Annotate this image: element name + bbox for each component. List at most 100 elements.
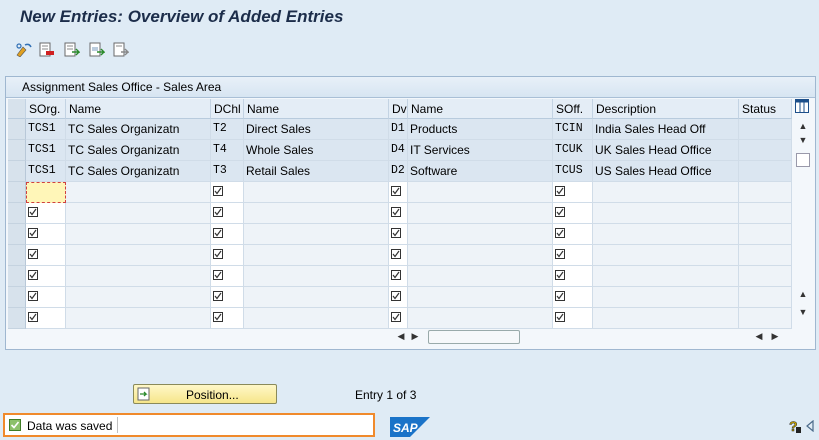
dchl-input[interactable] bbox=[211, 245, 244, 266]
dv-input[interactable] bbox=[389, 308, 408, 329]
dv-input[interactable] bbox=[389, 287, 408, 308]
sorg-input[interactable] bbox=[26, 245, 66, 266]
sorg-input[interactable] bbox=[26, 308, 66, 329]
display-change-icon[interactable] bbox=[15, 41, 33, 59]
required-entry-icon bbox=[213, 312, 223, 322]
row-selector[interactable] bbox=[8, 119, 26, 140]
column-header-dv-name[interactable]: Name bbox=[408, 99, 553, 119]
scroll-far-right-icon[interactable]: ▶ bbox=[768, 331, 782, 342]
deselect-all-icon[interactable] bbox=[112, 41, 130, 59]
svg-text:SAP: SAP bbox=[393, 421, 419, 435]
required-entry-icon bbox=[28, 228, 38, 238]
dv-input[interactable] bbox=[389, 266, 408, 287]
soff-input[interactable] bbox=[553, 203, 593, 224]
soff-input[interactable] bbox=[553, 224, 593, 245]
status-input bbox=[739, 245, 792, 266]
dchl-name-input bbox=[244, 287, 389, 308]
dv-input[interactable] bbox=[389, 245, 408, 266]
column-header-dv[interactable]: Dv bbox=[389, 99, 408, 119]
column-header-description[interactable]: Description bbox=[593, 99, 739, 119]
column-header-status[interactable]: Status bbox=[739, 99, 792, 119]
column-header-dchl-name[interactable]: Name bbox=[244, 99, 389, 119]
row-selector[interactable] bbox=[8, 266, 26, 287]
dv-name-input bbox=[408, 203, 553, 224]
scroll-page-up-icon[interactable]: ▲ bbox=[796, 289, 810, 299]
soff-input[interactable] bbox=[553, 182, 593, 203]
soff-input[interactable] bbox=[553, 287, 593, 308]
dchl-input[interactable] bbox=[211, 182, 244, 203]
scroll-far-left-icon[interactable]: ◀ bbox=[752, 331, 766, 342]
dv-input[interactable] bbox=[389, 224, 408, 245]
sorg-name-cell: TC Sales Organizatn bbox=[66, 161, 211, 182]
row-selector[interactable] bbox=[8, 224, 26, 245]
row-selector[interactable] bbox=[8, 182, 26, 203]
sorg-input[interactable] bbox=[26, 224, 66, 245]
row-selector[interactable] bbox=[8, 308, 26, 329]
sorg-name-cell: TC Sales Organizatn bbox=[66, 119, 211, 140]
select-block-icon[interactable] bbox=[88, 41, 106, 59]
dchl-name-input bbox=[244, 266, 389, 287]
dchl-input[interactable] bbox=[211, 308, 244, 329]
required-entry-icon bbox=[213, 270, 223, 280]
required-entry-icon bbox=[555, 291, 565, 301]
collapse-status-icon[interactable] bbox=[806, 420, 814, 432]
scroll-left-icon[interactable]: ◀ bbox=[394, 331, 408, 342]
scroll-thumb-horizontal[interactable] bbox=[428, 330, 520, 344]
column-header-sorg-name[interactable]: Name bbox=[66, 99, 211, 119]
status-input bbox=[739, 203, 792, 224]
row-selector[interactable] bbox=[8, 203, 26, 224]
row-selector[interactable] bbox=[8, 161, 26, 182]
table-settings-icon[interactable] bbox=[795, 99, 809, 113]
dchl-input[interactable] bbox=[211, 203, 244, 224]
vertical-scrollbar[interactable]: ▲ ▼ ▲ ▼ bbox=[795, 119, 811, 329]
select-all-header[interactable] bbox=[8, 99, 26, 119]
position-button[interactable]: Position... bbox=[133, 384, 277, 404]
sorg-cell: TCS1 bbox=[26, 161, 66, 182]
scroll-thumb[interactable] bbox=[796, 153, 810, 167]
scroll-down-icon[interactable]: ▼ bbox=[796, 135, 810, 145]
scroll-page-down-icon[interactable]: ▼ bbox=[796, 307, 810, 317]
dchl-input[interactable] bbox=[211, 266, 244, 287]
horizontal-scrollbar[interactable]: ◀ ▶ ◀ ▶ bbox=[394, 329, 794, 345]
soff-cell: TCUK bbox=[553, 140, 593, 161]
dv-name-cell: IT Services bbox=[408, 140, 553, 161]
soff-input[interactable] bbox=[553, 266, 593, 287]
dchl-name-input bbox=[244, 224, 389, 245]
sorg-input[interactable] bbox=[26, 182, 83, 203]
sorg-input[interactable] bbox=[26, 203, 66, 224]
delete-icon[interactable] bbox=[38, 41, 56, 59]
required-entry-icon bbox=[555, 249, 565, 259]
column-header-sorg[interactable]: SOrg. bbox=[26, 99, 66, 119]
dchl-name-input bbox=[244, 203, 389, 224]
soff-input[interactable] bbox=[553, 308, 593, 329]
dchl-input[interactable] bbox=[211, 224, 244, 245]
help-icon[interactable]: ? bbox=[788, 418, 802, 434]
row-selector[interactable] bbox=[8, 245, 26, 266]
sorg-input[interactable] bbox=[26, 287, 66, 308]
sorg-name-input bbox=[66, 224, 211, 245]
scroll-right-icon[interactable]: ▶ bbox=[408, 331, 422, 342]
soff-input[interactable] bbox=[553, 245, 593, 266]
sorg-name-input bbox=[66, 182, 211, 203]
sorg-name-input bbox=[66, 245, 211, 266]
scroll-up-icon[interactable]: ▲ bbox=[796, 121, 810, 131]
sorg-input[interactable] bbox=[26, 266, 66, 287]
column-header-soff[interactable]: SOff. bbox=[553, 99, 593, 119]
dchl-name-cell: Retail Sales bbox=[244, 161, 389, 182]
column-header-dchl[interactable]: DChl bbox=[211, 99, 244, 119]
dv-input[interactable] bbox=[389, 203, 408, 224]
dv-input[interactable] bbox=[389, 182, 408, 203]
table-row bbox=[8, 287, 792, 308]
soff-cell: TCUS bbox=[553, 161, 593, 182]
status-cell bbox=[739, 140, 792, 161]
required-entry-icon bbox=[28, 312, 38, 322]
required-entry-icon bbox=[391, 249, 401, 259]
dv-name-cell: Products bbox=[408, 119, 553, 140]
dv-name-input bbox=[408, 224, 553, 245]
select-all-icon[interactable] bbox=[63, 41, 81, 59]
table-row bbox=[8, 245, 792, 266]
row-selector[interactable] bbox=[8, 140, 26, 161]
page-title: New Entries: Overview of Added Entries bbox=[20, 7, 344, 26]
row-selector[interactable] bbox=[8, 287, 26, 308]
dchl-input[interactable] bbox=[211, 287, 244, 308]
